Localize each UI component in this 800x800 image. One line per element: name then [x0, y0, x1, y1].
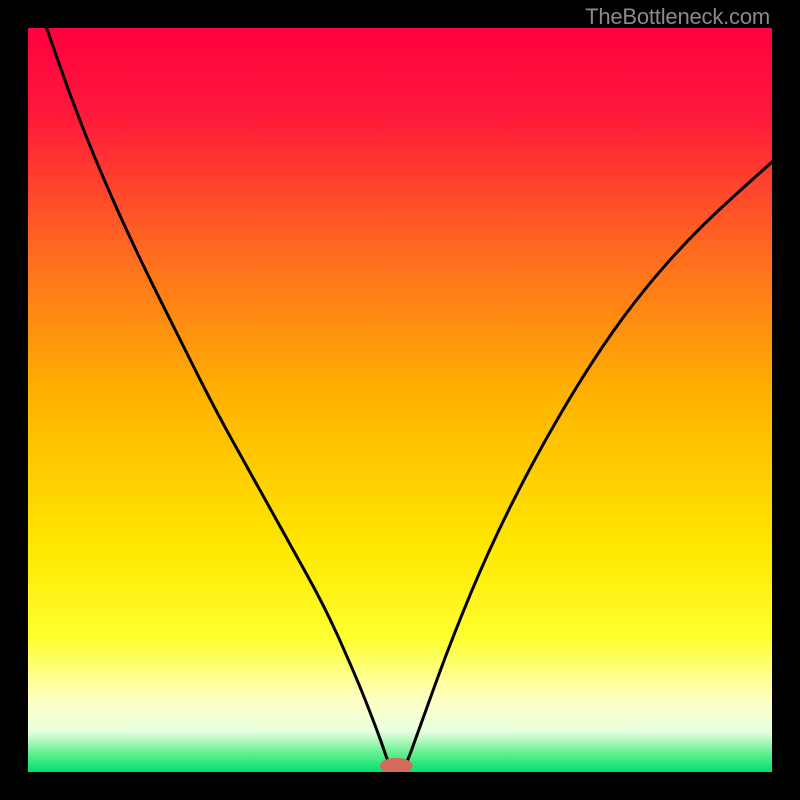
attribution-label: TheBottleneck.com: [585, 4, 770, 30]
gradient-background: [28, 28, 772, 772]
chart-area: [28, 28, 772, 772]
bottleneck-chart: [28, 28, 772, 772]
